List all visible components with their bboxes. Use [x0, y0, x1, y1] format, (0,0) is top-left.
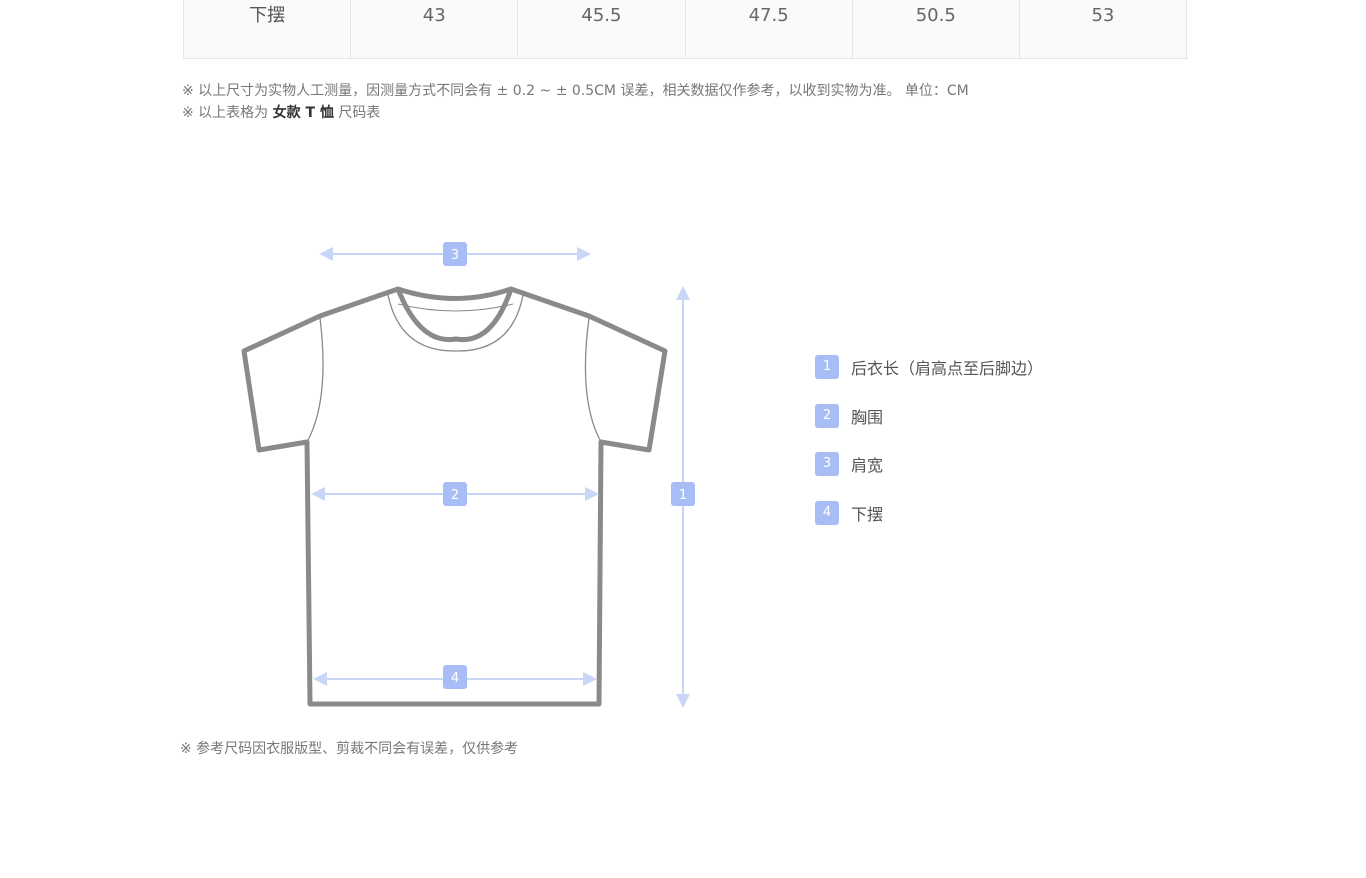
legend-badge: 4 [815, 501, 839, 526]
legend-badge: 1 [815, 355, 839, 379]
shoulder-width-arrow: 3 [319, 242, 591, 266]
legend-item-shoulder: 3 肩宽 [815, 452, 1043, 477]
marker-1: 1 [679, 488, 687, 503]
legend-item-hem: 4 下摆 [815, 501, 1043, 526]
legend-badge: 3 [815, 452, 839, 477]
marker-2: 2 [451, 488, 459, 503]
marker-3: 3 [451, 248, 459, 263]
measurement-legend: 1 后衣长（肩高点至后脚边） 2 胸围 3 肩宽 4 下摆 [815, 355, 1043, 550]
legend-badge: 2 [815, 403, 839, 428]
reference-note: ※ 参考尺码因衣服版型、剪裁不同会有误差，仅供参考 [180, 741, 519, 757]
legend-item-length: 1 后衣长（肩高点至后脚边） [815, 355, 1043, 379]
marker-4: 4 [451, 671, 459, 686]
legend-label: 胸围 [851, 407, 884, 427]
legend-label: 肩宽 [851, 456, 884, 476]
length-arrow: 1 [671, 286, 695, 708]
legend-item-chest: 2 胸围 [815, 403, 1043, 428]
legend-label: 下摆 [851, 505, 884, 525]
legend-label: 后衣长（肩高点至后脚边） [851, 359, 1044, 378]
